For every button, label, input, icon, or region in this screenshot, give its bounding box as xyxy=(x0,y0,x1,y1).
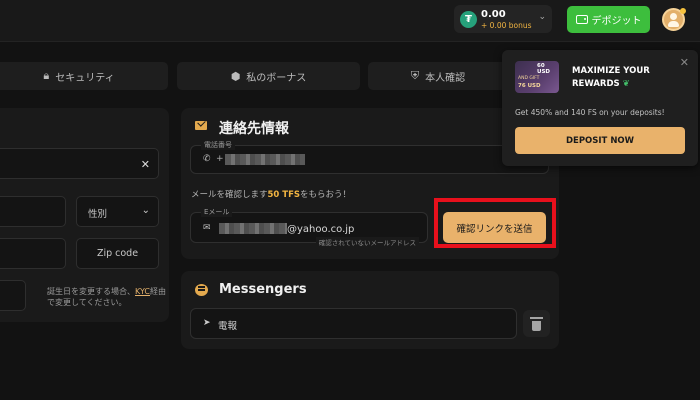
birthdate-input[interactable] xyxy=(0,196,66,227)
gift-amount: 60 USD xyxy=(537,63,550,75)
balance-selector[interactable]: ₮ 0.00 + 0.00 bonus ⌄ xyxy=(454,5,552,33)
tab-security[interactable]: 🔒︎ セキュリティ xyxy=(0,62,168,90)
promo-reward: 50 TFS xyxy=(267,190,301,200)
leaf-icon: ❦ xyxy=(622,79,630,89)
popup-title: MAXIMIZE YOUR REWARDS xyxy=(572,66,650,89)
kyc-link[interactable]: KYC xyxy=(135,287,150,296)
chevron-down-icon: ⌄ xyxy=(141,205,150,216)
messengers-card: Messengers ➤ 電報 xyxy=(181,271,559,349)
deposit-button[interactable]: デポジット xyxy=(567,6,650,33)
phone-redacted xyxy=(225,154,305,165)
deposit-now-button[interactable]: DEPOSIT NOW xyxy=(515,127,685,154)
zip-code-label: Zip code xyxy=(96,248,139,259)
telegram-label: 電報 xyxy=(218,321,238,332)
tab-my-bonus-label: 私のボーナス xyxy=(246,72,307,84)
promo-text: メールを確認します xyxy=(191,190,268,200)
email-field[interactable]: Eメール ✉ @yahoo.co.jp 確認されていないメールアドレス xyxy=(190,207,428,247)
gift-and: AND GIFT xyxy=(518,76,540,81)
send-verification-button[interactable]: 確認リンクを送信 xyxy=(443,212,546,243)
email-status: 確認されていないメールアドレス xyxy=(315,237,419,247)
phone-label: 電話番号 xyxy=(201,140,235,150)
email-promo: メールを確認します50 TFSをもらおう！ xyxy=(191,188,351,200)
telegram-field[interactable]: ➤ 電報 xyxy=(190,308,517,339)
email-label: Eメール xyxy=(201,207,233,217)
tab-my-bonus[interactable]: ⬢ 私のボーナス xyxy=(177,62,360,90)
popup-title-block: MAXIMIZE YOUR REWARDS ❦ xyxy=(572,65,687,91)
tab-verification[interactable]: ⛨ 本人確認 xyxy=(368,62,508,90)
birthday-field[interactable] xyxy=(0,280,26,311)
kyc-note: 誕生日を変更する場合、KYC経由で変更してください。 xyxy=(47,286,169,308)
lock-icon: 🔒︎ xyxy=(43,69,50,82)
wallet-icon xyxy=(575,15,588,24)
avatar-body xyxy=(668,21,679,27)
phone-prefix: + xyxy=(216,154,224,164)
tether-icon: ₮ xyxy=(460,11,477,28)
email-domain: @yahoo.co.jp xyxy=(287,224,355,235)
envelope-icon: ✉ xyxy=(203,223,211,233)
popup-description: Get 450% and 140 FS on your deposits! xyxy=(515,108,665,117)
gift-card-image: 60 USD AND GIFT 76 USD xyxy=(515,61,559,93)
avatar-head xyxy=(670,13,677,20)
messengers-title: Messengers xyxy=(219,282,307,297)
clear-icon[interactable]: ✕ xyxy=(141,158,150,171)
cube-icon: ⬢ xyxy=(230,69,241,83)
chevron-down-icon: ⌄ xyxy=(538,12,546,22)
tab-verification-label: 本人確認 xyxy=(425,72,466,84)
city-input[interactable] xyxy=(0,238,66,269)
avatar[interactable] xyxy=(662,8,686,31)
chat-icon xyxy=(195,284,208,296)
telegram-icon: ➤ xyxy=(203,318,211,328)
kyc-note-text: 誕生日を変更する場合、 xyxy=(47,287,135,296)
envelope-icon xyxy=(195,121,207,130)
rewards-popup: ✕ 60 USD AND GIFT 76 USD MAXIMIZE YOUR R… xyxy=(502,50,698,166)
balance-bonus: + 0.00 bonus xyxy=(481,21,532,30)
contact-info-title: 連絡先情報 xyxy=(219,121,289,137)
gender-select[interactable]: 性別 ⌄ xyxy=(76,196,159,227)
top-header: ₮ 0.00 + 0.00 bonus ⌄ デポジット xyxy=(0,0,700,42)
name-input[interactable]: ✕ xyxy=(0,148,159,179)
shield-check-icon: ⛨ xyxy=(410,69,420,82)
promo-text-2: をもらおう！ xyxy=(300,190,352,200)
phone-field[interactable]: 電話番号 ✆ + xyxy=(190,140,549,174)
trash-icon[interactable] xyxy=(523,310,550,337)
email-redacted xyxy=(219,223,287,234)
gift-value: 76 USD xyxy=(518,83,541,89)
zip-code-input[interactable]: Zip code xyxy=(76,238,159,269)
notification-dot xyxy=(680,8,686,14)
tab-security-label: セキュリティ xyxy=(55,72,115,84)
deposit-label: デポジット xyxy=(591,16,642,27)
gender-label: 性別 xyxy=(88,209,108,220)
balance-amount: 0.00 xyxy=(481,9,506,20)
phone-icon: ✆ xyxy=(203,154,211,164)
